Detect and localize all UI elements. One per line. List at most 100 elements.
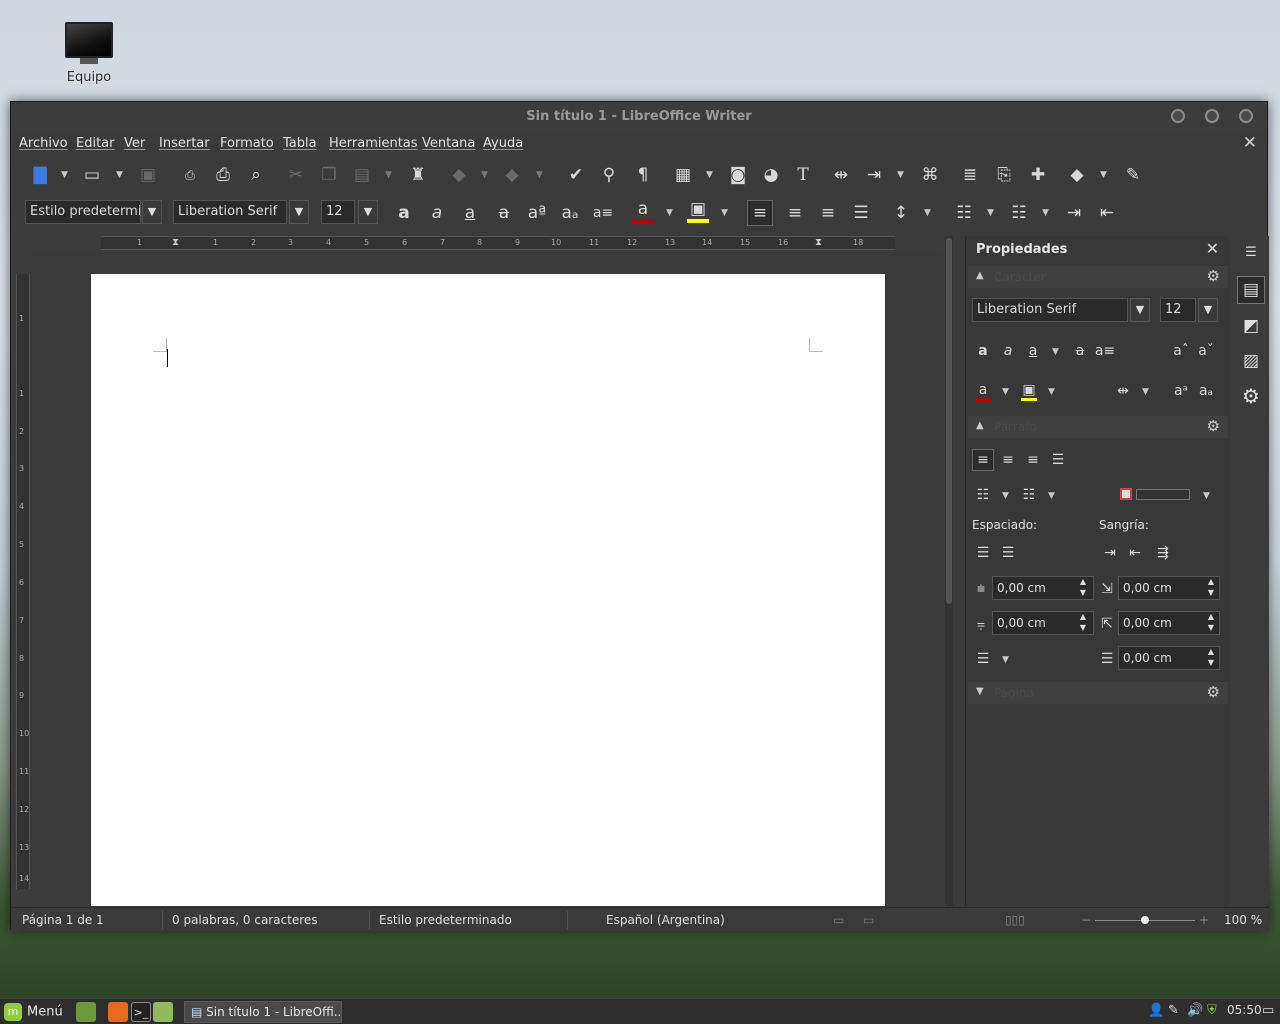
chevron-down-icon[interactable]: ▼ — [1002, 491, 1009, 501]
paragraph-style-select[interactable]: Estilo predetermina — [25, 200, 141, 224]
chevron-down-icon[interactable]: ▼ — [1052, 347, 1059, 357]
formatting-marks-icon[interactable]: ¶ — [630, 162, 656, 188]
copy-icon[interactable]: ❐ — [316, 162, 342, 188]
undo-icon[interactable]: ◆ — [446, 162, 472, 188]
cut-icon[interactable]: ✂ — [283, 162, 309, 188]
zoom-out-icon[interactable]: − — [1081, 913, 1091, 927]
bold-icon[interactable]: a — [972, 340, 994, 362]
chevron-down-icon[interactable]: ▼ — [385, 170, 392, 180]
background-color-icon[interactable] — [1120, 488, 1132, 500]
minimize-button[interactable] — [1171, 109, 1185, 123]
chevron-down-icon[interactable]: ▼ — [1203, 491, 1210, 501]
chevron-down-icon[interactable]: ▼ — [116, 170, 123, 180]
numbered-list-icon[interactable]: ☷ — [1006, 200, 1032, 226]
insert-text-box-icon[interactable]: T — [790, 162, 816, 188]
strikethrough-icon[interactable]: a — [491, 200, 517, 226]
shadow-icon[interactable]: a≡ — [590, 200, 616, 226]
zoom-slider-knob[interactable] — [1141, 916, 1149, 924]
page-style[interactable]: Estilo predeterminado — [379, 913, 512, 927]
menu-archivo[interactable]: Archivo — [19, 136, 68, 151]
gallery-tab-icon[interactable]: ▨ — [1237, 347, 1265, 375]
open-folder-icon[interactable]: ▭ — [79, 162, 105, 188]
title-bar[interactable]: Sin título 1 - LibreOffice Writer — [11, 102, 1267, 132]
grow-font-icon[interactable]: aˆ — [1170, 340, 1192, 362]
insert-comment-icon[interactable]: ✚ — [1025, 162, 1051, 188]
numbered-list-icon[interactable]: ☷ — [1018, 484, 1040, 506]
clock[interactable]: 05:50 — [1227, 1003, 1262, 1017]
new-document-icon[interactable]: ▇ — [27, 162, 53, 188]
justify-icon[interactable]: ☰ — [1047, 449, 1069, 471]
chevron-down-icon[interactable]: ▼ — [721, 208, 728, 218]
chevron-down-icon[interactable]: ▼ — [142, 200, 162, 224]
spin-arrows[interactable]: ▲ ▼ — [1204, 576, 1218, 600]
line-spacing-icon[interactable]: ☰ — [972, 648, 994, 670]
save-icon[interactable]: ▣ — [135, 162, 161, 188]
export-pdf-icon[interactable]: ⎙ — [177, 162, 203, 188]
chevron-down-icon[interactable]: ▼ — [358, 200, 378, 224]
menu-ayuda[interactable]: Ayuda — [483, 136, 523, 151]
spin-arrows[interactable]: ▲ ▼ — [1076, 611, 1090, 635]
bold-icon[interactable]: a — [391, 200, 417, 226]
update-shield-icon[interactable]: ⛨ — [1207, 1003, 1217, 1018]
font-color-icon[interactable]: a — [630, 198, 656, 224]
highlight-color-icon[interactable]: ▣ — [685, 198, 711, 224]
insert-special-character-icon[interactable]: ⌘ — [917, 162, 943, 188]
menu-herramientas[interactable]: Herramientas — [329, 136, 418, 151]
spin-arrows[interactable]: ▲ ▼ — [1204, 611, 1218, 635]
chevron-down-icon[interactable]: ▼ — [1142, 387, 1149, 397]
decrease-paragraph-spacing-icon[interactable]: ☰ — [997, 542, 1019, 564]
start-menu-button[interactable]: m Menú — [4, 1003, 63, 1021]
close-window-button[interactable] — [1239, 109, 1253, 123]
sidebar-font-size[interactable]: 12 — [1160, 298, 1196, 322]
chevron-down-icon[interactable]: ▼ — [1130, 298, 1150, 322]
subscript-icon[interactable]: aₐ — [1195, 380, 1217, 402]
print-preview-icon[interactable]: ⌕ — [243, 162, 269, 188]
insert-field-icon[interactable]: ⇥ — [861, 162, 887, 188]
chevron-down-icon[interactable]: ▼ — [1002, 655, 1009, 665]
chevron-down-icon[interactable]: ▼ — [536, 170, 543, 180]
draw-icon[interactable]: ✎ — [1120, 162, 1146, 188]
align-right-icon[interactable]: ≡ — [1022, 449, 1044, 471]
chevron-down-icon[interactable]: ▼ — [1198, 298, 1218, 322]
align-right-icon[interactable]: ≡ — [815, 200, 841, 226]
notification-icon[interactable]: ▭ — [1262, 1003, 1274, 1018]
chevron-down-icon[interactable]: ▼ — [706, 170, 713, 180]
insert-image-icon[interactable]: ◙ — [725, 162, 751, 188]
word-count[interactable]: 0 palabras, 0 caracteres — [172, 913, 318, 927]
insert-page-break-icon[interactable]: ⇹ — [828, 162, 854, 188]
bullet-list-icon[interactable]: ☷ — [951, 200, 977, 226]
decrease-indent-icon[interactable]: ⇤ — [1094, 200, 1120, 226]
underline-icon[interactable]: a — [1022, 340, 1044, 362]
shadow-icon[interactable]: a≡ — [1094, 340, 1116, 362]
redo-icon[interactable]: ◆ — [499, 162, 525, 188]
paragraph-section-header[interactable]: ▲ Párrafo ⚙ — [968, 416, 1228, 438]
chevron-down-icon[interactable]: ▼ — [987, 208, 994, 218]
align-center-icon[interactable]: ≡ — [782, 200, 808, 226]
insert-chart-icon[interactable]: ◕ — [758, 162, 784, 188]
italic-icon[interactable]: a — [997, 340, 1019, 362]
chevron-down-icon[interactable]: ▼ — [1048, 491, 1055, 501]
zoom-level[interactable]: 100 % — [1224, 913, 1262, 927]
vertical-ruler[interactable]: 1 1 2 3 4 5 6 7 8 9 10 11 12 13 14 — [16, 274, 30, 889]
left-indent-marker[interactable]: ⧗ — [172, 237, 179, 248]
chevron-down-icon[interactable]: ▼ — [666, 208, 673, 218]
terminal-icon[interactable]: >_ — [131, 1002, 151, 1022]
close-sidebar-icon[interactable]: ✕ — [1206, 239, 1219, 258]
subscript-icon[interactable]: aₐ — [557, 200, 583, 226]
vertical-scrollbar[interactable] — [945, 236, 953, 906]
chevron-down-icon[interactable]: ▼ — [924, 208, 931, 218]
chevron-down-icon[interactable]: ▼ — [1042, 208, 1049, 218]
align-left-icon[interactable]: ≡ — [747, 200, 773, 226]
increase-indent-icon[interactable]: ⇥ — [1099, 542, 1121, 564]
gear-icon[interactable]: ⚙ — [1207, 683, 1220, 701]
insert-mode-icon[interactable]: ▭ — [833, 913, 844, 927]
zoom-slider[interactable] — [1095, 916, 1195, 924]
character-section-header[interactable]: ▲ Carácter ⚙ — [968, 266, 1228, 288]
spin-arrows[interactable]: ▲ ▼ — [1076, 576, 1090, 600]
justify-icon[interactable]: ☰ — [848, 200, 874, 226]
chevron-down-icon[interactable]: ▼ — [289, 200, 309, 224]
font-size-select[interactable]: 12 — [321, 200, 355, 224]
gear-icon[interactable]: ⚙ — [1207, 417, 1220, 435]
styles-tab-icon[interactable]: ◩ — [1237, 312, 1265, 340]
menu-tabla[interactable]: Tabla — [283, 136, 317, 151]
